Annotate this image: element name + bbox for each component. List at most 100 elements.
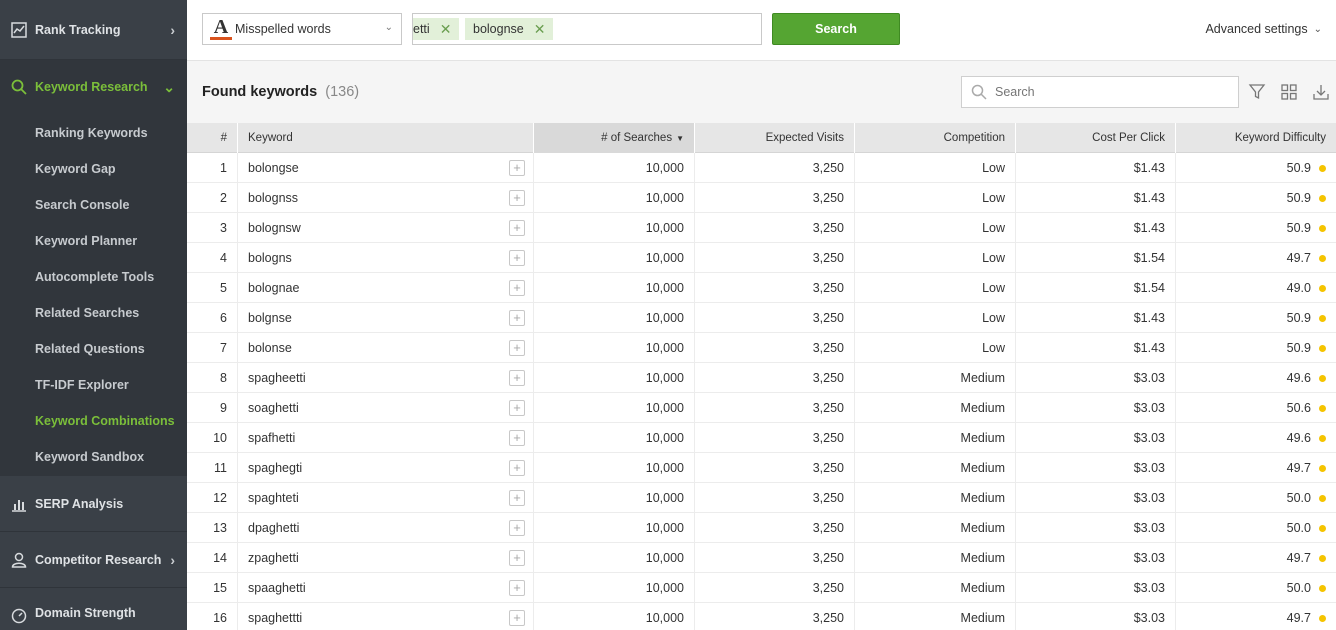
cell-cpc: $3.03 [1016,603,1176,630]
add-keyword-icon[interactable]: + [509,550,525,566]
cell-cpc: $3.03 [1016,393,1176,423]
add-keyword-icon[interactable]: + [509,190,525,206]
download-icon[interactable] [1312,83,1330,101]
sidebar-item-autocomplete-tools[interactable]: Autocomplete Tools [35,270,154,284]
page-title: Found keywords (136) [202,84,359,100]
cell-competition: Low [855,213,1016,243]
table-row[interactable]: 4 bologns +10,000 3,250 Low $1.54 49.7 [187,243,1336,273]
search-icon [9,77,29,97]
add-keyword-icon[interactable]: + [509,400,525,416]
cell-keyword: bolonse + [238,333,534,363]
cell-competition: Medium [855,453,1016,483]
add-keyword-icon[interactable]: + [509,430,525,446]
table-row[interactable]: 12 spaghteti +10,000 3,250 Medium $3.03 50.0 [187,483,1336,513]
cell-cpc: $1.43 [1016,303,1176,333]
sidebar-item-keyword-sandbox[interactable]: Keyword Sandbox [35,450,144,464]
add-keyword-icon[interactable]: + [509,250,525,266]
sidebar-item-related-searches[interactable]: Related Searches [35,306,139,320]
table-row[interactable]: 15 spaaghetti +10,000 3,250 Medium $3.03 50.0 [187,573,1336,603]
cell-difficulty: 50.0 [1176,573,1336,603]
add-keyword-icon[interactable]: + [509,460,525,476]
table-row[interactable]: 1 bolongse +10,000 3,250 Low $1.43 50.9 [187,153,1336,183]
col-header-num[interactable]: # [187,123,238,153]
table-row[interactable]: 10 spafhetti +10,000 3,250 Medium $3.03 49.6 [187,423,1336,453]
sidebar-item-keyword-combinations[interactable]: Keyword Combinations [35,414,175,428]
method-label: Misspelled words [235,22,331,36]
nav-serp-analysis[interactable]: SERP Analysis [0,476,187,532]
nav-rank-tracking[interactable]: Rank Tracking › [0,0,187,60]
keyword-text: spagheetti [248,371,306,385]
method-dropdown[interactable]: A Misspelled words ⌄ [202,13,402,45]
cell-cpc: $3.03 [1016,453,1176,483]
add-keyword-icon[interactable]: + [509,610,525,626]
cell-num: 10 [187,423,238,453]
add-keyword-icon[interactable]: + [509,220,525,236]
sidebar-item-keyword-gap[interactable]: Keyword Gap [35,162,116,176]
add-keyword-icon[interactable]: + [509,490,525,506]
difficulty-dot-icon [1319,494,1326,502]
add-keyword-icon[interactable]: + [509,520,525,536]
cell-competition: Medium [855,543,1016,573]
col-header-visits[interactable]: Expected Visits [695,123,855,153]
add-keyword-icon[interactable]: + [509,160,525,176]
difficulty-dot-icon [1319,314,1326,322]
add-keyword-icon[interactable]: + [509,370,525,386]
cell-num: 12 [187,483,238,513]
cell-num: 15 [187,573,238,603]
add-keyword-icon[interactable]: + [509,310,525,326]
table-row[interactable]: 13 dpaghetti +10,000 3,250 Medium $3.03 50.0 [187,513,1336,543]
grid-icon[interactable] [1280,83,1298,101]
cell-num: 6 [187,303,238,333]
table-row[interactable]: 3 bolognsw +10,000 3,250 Low $1.43 50.9 [187,213,1336,243]
difficulty-value: 49.6 [1286,431,1311,445]
add-keyword-icon[interactable]: + [509,340,525,356]
sidebar-item-keyword-planner[interactable]: Keyword Planner [35,234,137,248]
keyword-tags-input[interactable]: etti ✕ bolognse ✕ [412,13,762,45]
col-header-competition[interactable]: Competition [855,123,1016,153]
sidebar-item-tf-idf-explorer[interactable]: TF-IDF Explorer [35,378,129,392]
table-row[interactable]: 6 bolgnse +10,000 3,250 Low $1.43 50.9 [187,303,1336,333]
nav-keyword-research[interactable]: Keyword Research ⌄ [0,60,187,114]
table-row[interactable]: 16 spaghettti +10,000 3,250 Medium $3.03 49.7 [187,603,1336,630]
col-header-searches[interactable]: # of Searches ▼ [534,123,695,153]
close-icon[interactable]: ✕ [534,21,546,38]
cell-cpc: $3.03 [1016,573,1176,603]
nav-competitor-research[interactable]: Competitor Research › [0,532,187,588]
cell-visits: 3,250 [695,213,855,243]
cell-competition: Medium [855,573,1016,603]
col-header-cpc[interactable]: Cost Per Click [1016,123,1176,153]
cell-difficulty: 50.0 [1176,483,1336,513]
add-keyword-icon[interactable]: + [509,280,525,296]
col-header-difficulty[interactable]: Keyword Difficulty [1176,123,1336,153]
keyword-text: spafhetti [248,431,296,445]
table-row[interactable]: 2 bolognss +10,000 3,250 Low $1.43 50.9 [187,183,1336,213]
cell-num: 8 [187,363,238,393]
table-row[interactable]: 5 bolognae +10,000 3,250 Low $1.54 49.0 [187,273,1336,303]
keyword-research-submenu: Ranking Keywords Keyword Gap Search Cons… [0,114,187,476]
sidebar-item-related-questions[interactable]: Related Questions [35,342,145,356]
close-icon[interactable]: ✕ [440,21,452,38]
search-input[interactable] [995,85,1225,99]
cell-searches: 10,000 [534,243,695,273]
table-row[interactable]: 9 soaghetti +10,000 3,250 Medium $3.03 50.6 [187,393,1336,423]
cell-competition: Medium [855,423,1016,453]
difficulty-value: 49.0 [1286,281,1311,295]
cell-cpc: $1.43 [1016,153,1176,183]
cell-searches: 10,000 [534,573,695,603]
nav-domain-strength[interactable]: Domain Strength [0,588,187,630]
table-row[interactable]: 11 spaghegti +10,000 3,250 Medium $3.03 49.7 [187,453,1336,483]
table-row[interactable]: 8 spagheetti +10,000 3,250 Medium $3.03 49.6 [187,363,1336,393]
results-header: Found keywords (136) [187,61,1336,123]
cell-cpc: $1.54 [1016,243,1176,273]
add-keyword-icon[interactable]: + [509,580,525,596]
keyword-text: bolonse [248,341,292,355]
table-row[interactable]: 7 bolonse +10,000 3,250 Low $1.43 50.9 [187,333,1336,363]
sidebar-item-ranking-keywords[interactable]: Ranking Keywords [35,126,148,140]
cell-competition: Medium [855,513,1016,543]
sidebar-item-search-console[interactable]: Search Console [35,198,129,212]
search-button[interactable]: Search [772,13,900,45]
col-header-keyword[interactable]: Keyword [238,123,534,153]
table-row[interactable]: 14 zpaghetti +10,000 3,250 Medium $3.03 49.7 [187,543,1336,573]
advanced-settings-link[interactable]: Advanced settings ⌄ [1205,22,1322,36]
filter-icon[interactable] [1248,83,1266,101]
